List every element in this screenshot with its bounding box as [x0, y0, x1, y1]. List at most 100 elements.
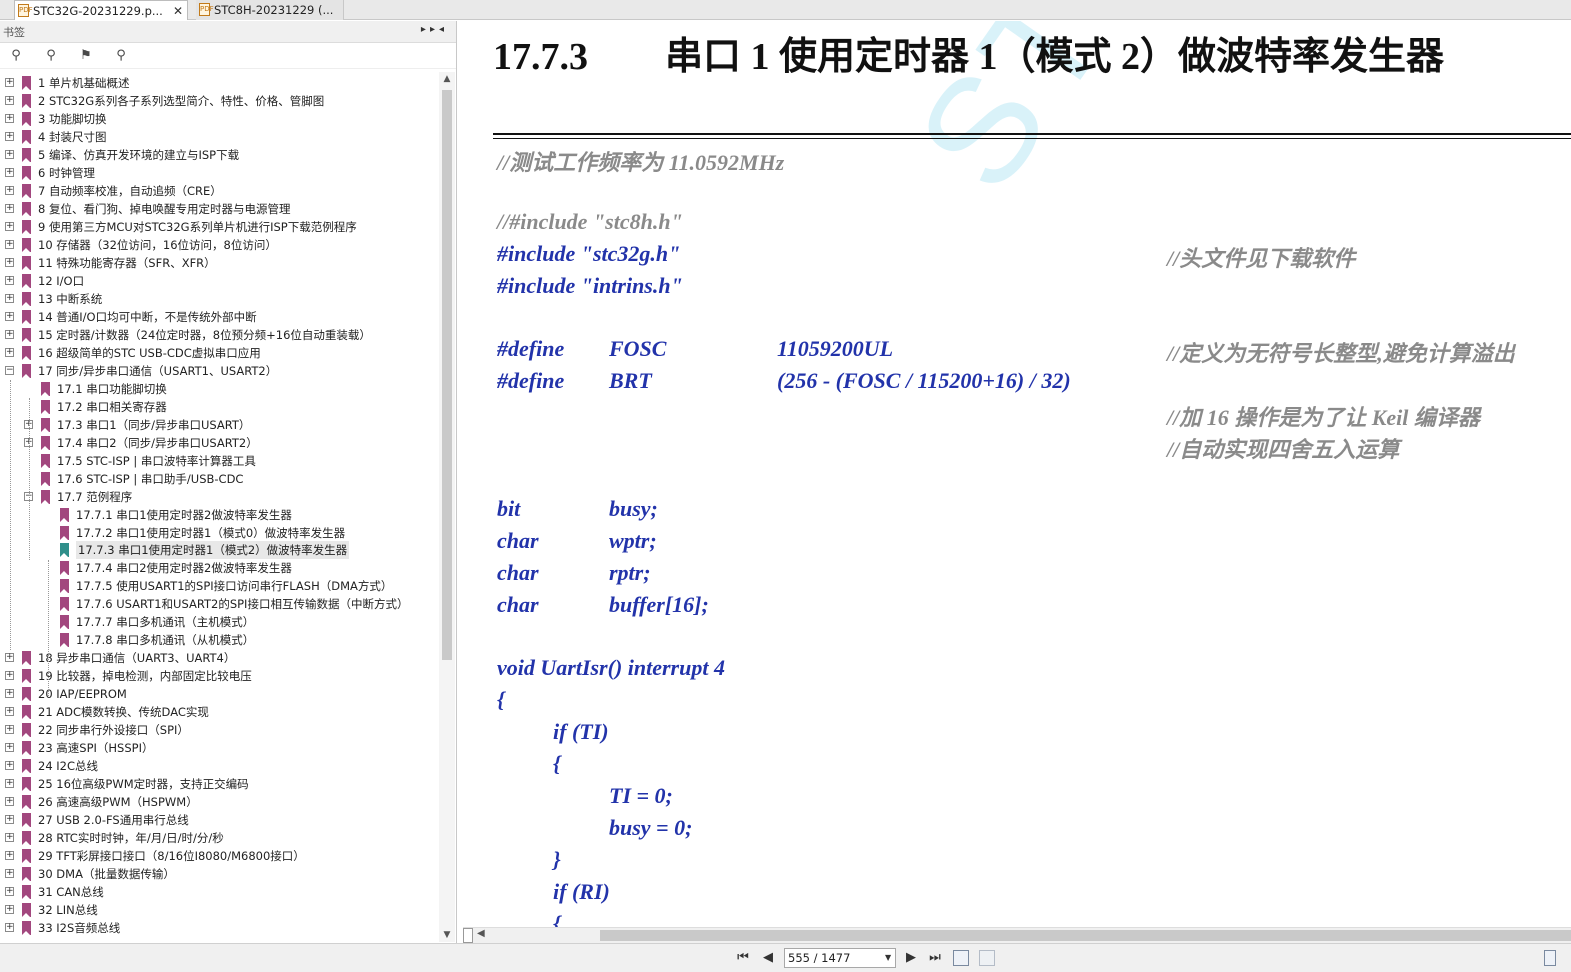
expand-icon[interactable]: + — [5, 95, 14, 105]
close-icon[interactable]: ✕ — [173, 1, 183, 20]
expand-icon[interactable]: + — [5, 167, 14, 177]
expand-icon[interactable]: + — [5, 725, 14, 735]
prev-page-icon[interactable]: ◀ — [759, 949, 777, 967]
bookmark-item[interactable]: +4 封装尺寸图 — [0, 128, 438, 146]
expand-icon[interactable]: + — [5, 221, 14, 231]
bookmark-item[interactable]: +6 时钟管理 — [0, 164, 438, 182]
bookmark-item[interactable]: +32 LIN总线 — [0, 901, 438, 919]
expand-icon[interactable]: + — [5, 311, 14, 321]
bookmark-item[interactable]: 17.1 串口功能脚切换 — [0, 380, 438, 398]
bookmark-item[interactable]: +28 RTC实时时钟，年/月/日/时/分/秒 — [0, 829, 438, 847]
bookmark-item[interactable]: 17.2 串口相关寄存器 — [0, 398, 438, 416]
collapse-icon[interactable]: − — [5, 365, 14, 375]
panel-collapse-icon[interactable]: ◂ — [439, 24, 448, 35]
facing-view-icon[interactable] — [979, 950, 995, 966]
panel-pin-icon[interactable]: ▸▸ — [421, 24, 439, 35]
expand-icon[interactable]: + — [5, 113, 14, 123]
bookmark-item[interactable]: − 17 同步/异步串口通信（USART1、USART2） — [0, 362, 438, 380]
bookmark-item[interactable]: +2 STC32G系列各子系列选型简介、特性、价格、管脚图 — [0, 92, 438, 110]
horizontal-scrollbar-thumb[interactable] — [600, 930, 1571, 941]
expand-icon[interactable]: + — [5, 347, 14, 357]
first-page-icon[interactable]: ⏮ — [734, 949, 752, 967]
bookmark-item[interactable]: +23 高速SPI（HSSPI） — [0, 739, 438, 757]
expand-icon[interactable]: + — [5, 761, 14, 771]
bookmark-item[interactable]: 17.7.7 串口多机通讯（主机模式） — [0, 613, 438, 631]
bookmark-item[interactable]: 17.7.1 串口1使用定时器2做波特率发生器 — [0, 506, 438, 524]
bookmark-item[interactable]: 17.7.8 串口多机通讯（从机模式） — [0, 631, 438, 649]
bookmark-item[interactable]: +27 USB 2.0-FS通用串行总线 — [0, 811, 438, 829]
expand-icon[interactable]: + — [5, 779, 14, 789]
expand-icon[interactable]: + — [5, 851, 14, 861]
expand-icon[interactable]: + — [5, 78, 14, 87]
bookmark-item[interactable]: +30 DMA（批量数据传输） — [0, 865, 438, 883]
bookmark-item[interactable]: +25 16位高级PWM定时器，支持正交编码 — [0, 775, 438, 793]
bookmark-item[interactable]: +18 异步串口通信（UART3、UART4） — [0, 649, 438, 667]
goto-bookmark-icon[interactable]: ⚑ — [78, 48, 94, 64]
bookmark-item[interactable]: +26 高速高级PWM（HSPWM） — [0, 793, 438, 811]
bookmark-item[interactable]: +7 自动频率校准，自动追频（CRE） — [0, 182, 438, 200]
expand-bookmark-icon[interactable]: ⚲ — [8, 48, 24, 64]
page-number-input[interactable] — [784, 948, 896, 968]
expand-icon[interactable]: + — [5, 239, 14, 249]
bookmark-item[interactable]: +12 I/O口 — [0, 272, 438, 290]
expand-icon[interactable]: + — [5, 887, 14, 897]
expand-icon[interactable]: + — [5, 257, 14, 267]
bookmark-item[interactable]: +17.4 串口2（同步/异步串口USART2） — [0, 434, 438, 452]
bookmark-item[interactable]: +33 I2S音频总线 — [0, 919, 438, 937]
expand-icon[interactable]: + — [5, 833, 14, 843]
expand-icon[interactable]: + — [5, 329, 14, 339]
collapse-bookmark-icon[interactable]: ⚲ — [43, 48, 59, 64]
scroll-up-icon[interactable]: ▲ — [442, 74, 452, 84]
bookmark-item[interactable]: +11 特殊功能寄存器（SFR、XFR） — [0, 254, 438, 272]
scroll-left-icon[interactable]: ◀ — [477, 928, 485, 939]
expand-icon[interactable]: + — [5, 869, 14, 879]
page-layout-icon[interactable] — [1544, 950, 1556, 966]
bookmark-item[interactable]: +16 超级简单的STC USB-CDC虚拟串口应用 — [0, 344, 438, 362]
bookmark-item[interactable]: +22 同步串行外设接口（SPI） — [0, 721, 438, 739]
bookmark-item[interactable]: 17.6 STC-ISP | 串口助手/USB-CDC — [0, 470, 438, 488]
bookmark-item[interactable]: +9 使用第三方MCU对STC32G系列单片机进行ISP下载范例程序 — [0, 218, 438, 236]
bookmark-item[interactable]: +21 ADC模数转换、传统DAC实现 — [0, 703, 438, 721]
bookmark-item[interactable]: 17.7.6 USART1和USART2的SPI接口相互传输数据（中断方式） — [0, 595, 438, 613]
horizontal-scrollbar[interactable]: ◀ — [463, 927, 1571, 943]
bookmark-item[interactable]: 17.7.4 串口2使用定时器2做波特率发生器 — [0, 559, 438, 577]
bookmark-item[interactable]: 17.7.2 串口1使用定时器1（模式0）做波特率发生器 — [0, 524, 438, 542]
bookmark-item[interactable]: +5 编译、仿真开发环境的建立与ISP下载 — [0, 146, 438, 164]
bookmark-item[interactable]: 17.5 STC-ISP | 串口波特率计算器工具 — [0, 452, 438, 470]
bookmark-item[interactable]: +20 IAP/EEPROM — [0, 685, 438, 703]
bookmark-item[interactable]: +13 中断系统 — [0, 290, 438, 308]
bookmark-item[interactable]: +10 存储器（32位访问，16位访问，8位访问） — [0, 236, 438, 254]
bookmark-item[interactable]: +8 复位、看门狗、掉电唤醒专用定时器与电源管理 — [0, 200, 438, 218]
next-page-icon[interactable]: ▶ — [902, 949, 920, 967]
bookmark-item[interactable]: −17.7 范例程序 — [0, 488, 438, 506]
bookmark-item[interactable]: +19 比较器，掉电检测，内部固定比较电压 — [0, 667, 438, 685]
expand-icon[interactable]: + — [5, 707, 14, 717]
expand-icon[interactable]: + — [5, 293, 14, 303]
expand-icon[interactable]: + — [5, 743, 14, 753]
sidebar-scrollbar[interactable]: ▲ ▼ — [439, 72, 455, 942]
bookmark-item[interactable]: +15 定时器/计数器（24位定时器，8位预分频+16位自动重装载） — [0, 326, 438, 344]
page-dropdown-icon[interactable]: ▼ — [885, 948, 896, 968]
bookmark-item[interactable]: +17.3 串口1（同步/异步串口USART） — [0, 416, 438, 434]
bookmark-item[interactable]: +24 I2C总线 — [0, 757, 438, 775]
tab-stc32g[interactable]: PDF STC32G-20231229.p... ✕ — [14, 0, 188, 20]
bookmark-item[interactable]: +29 TFT彩屏接口接口（8/16位I8080/M6800接口） — [0, 847, 438, 865]
expand-icon[interactable]: + — [5, 689, 14, 699]
bookmark-item[interactable]: +31 CAN总线 — [0, 883, 438, 901]
continuous-view-icon[interactable] — [953, 950, 969, 966]
expand-icon[interactable]: + — [5, 203, 14, 213]
expand-icon[interactable]: + — [5, 815, 14, 825]
expand-icon[interactable]: + — [5, 797, 14, 807]
expand-icon[interactable]: + — [5, 905, 14, 915]
expand-icon[interactable]: + — [5, 671, 14, 681]
scrollbar-thumb[interactable] — [442, 90, 452, 660]
expand-icon[interactable]: + — [5, 275, 14, 285]
expand-icon[interactable]: + — [5, 149, 14, 159]
find-bookmark-icon[interactable]: ⚲ — [113, 48, 129, 64]
expand-icon[interactable]: + — [5, 185, 14, 195]
scroll-down-icon[interactable]: ▼ — [442, 930, 452, 940]
bookmark-item[interactable]: +1 单片机基础概述 — [0, 74, 438, 92]
bookmark-item[interactable]: +14 普通I/O口均可中断，不是传统外部中断 — [0, 308, 438, 326]
bookmark-item[interactable]: 17.7.5 使用USART1的SPI接口访问串行FLASH（DMA方式） — [0, 577, 438, 595]
tab-stc8h[interactable]: PDF STC8H-20231229 (... — [196, 0, 344, 20]
